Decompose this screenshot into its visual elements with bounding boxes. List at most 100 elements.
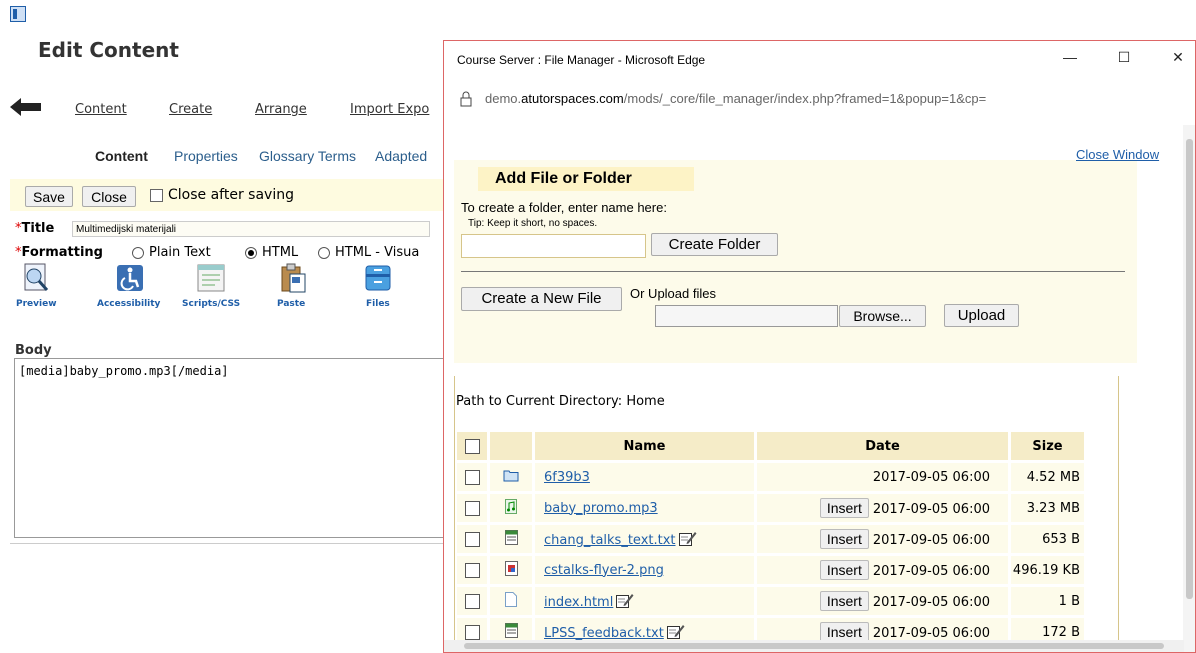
format-html-visual-radio[interactable] (318, 247, 330, 259)
insert-button[interactable]: Insert (819, 591, 869, 611)
preview-icon[interactable] (20, 262, 52, 294)
folder-name-input[interactable] (461, 234, 646, 258)
close-after-saving-label: Close after saving (168, 187, 294, 203)
upload-file-path[interactable] (655, 305, 838, 327)
date-column-header[interactable]: Date (757, 432, 1008, 460)
file-name-link[interactable]: index.html (544, 595, 613, 610)
tab-adapted[interactable]: Adapted (375, 148, 427, 164)
nav-create[interactable]: Create (169, 102, 212, 117)
page-title: Edit Content (38, 38, 179, 62)
format-html-visual-label: HTML - Visua (335, 245, 420, 260)
select-all-cell (457, 432, 487, 460)
browse-button[interactable]: Browse... (839, 305, 926, 327)
select-cell (457, 463, 487, 491)
table-row: index.html Insert 2017-09-05 06:00 1 B (457, 587, 1084, 615)
upload-button[interactable]: Upload (944, 304, 1019, 327)
title-label: *Title (15, 221, 55, 236)
paste-icon[interactable] (277, 262, 309, 294)
title-input[interactable]: Multimedijski materijali (72, 221, 430, 237)
select-cell (457, 494, 487, 522)
scroll-thumb[interactable] (464, 643, 1164, 649)
close-window-button[interactable]: ✕ (1168, 49, 1188, 66)
row-checkbox[interactable] (464, 593, 480, 609)
row-checkbox[interactable] (464, 562, 480, 578)
maximize-button[interactable]: ☐ (1114, 49, 1134, 66)
file-icon-cell (490, 587, 532, 615)
insert-button[interactable]: Insert (819, 498, 869, 518)
edit-file-icon[interactable] (613, 594, 634, 610)
create-folder-button[interactable]: Create Folder (651, 233, 778, 256)
tab-glossary-terms[interactable]: Glossary Terms (259, 148, 356, 164)
file-name-link[interactable]: LPSS_feedback.txt (544, 626, 664, 641)
file-icon-cell (490, 463, 532, 491)
text-file-icon (504, 529, 518, 549)
horizontal-scrollbar[interactable] (444, 640, 1184, 652)
size-column-header[interactable]: Size (1011, 432, 1084, 460)
upload-files-label: Or Upload files (630, 286, 716, 301)
file-date-cell: Insert 2017-09-05 06:00 (757, 525, 1008, 553)
tab-content[interactable]: Content (95, 148, 148, 164)
scroll-thumb[interactable] (1186, 139, 1193, 599)
nav-arrange[interactable]: Arrange (255, 102, 307, 117)
formatting-label: *Formatting (15, 245, 103, 260)
tab-properties[interactable]: Properties (174, 148, 238, 164)
body-textarea[interactable]: [media]baby_promo.mp3[/media] (14, 358, 450, 538)
format-plain-text-label: Plain Text (149, 245, 211, 260)
files-icon[interactable] (362, 262, 394, 294)
image-file-icon (504, 560, 518, 580)
format-plain-text-radio[interactable] (132, 247, 144, 259)
edit-file-icon[interactable] (676, 532, 697, 548)
minimize-button[interactable]: — (1060, 49, 1080, 65)
row-checkbox[interactable] (464, 531, 480, 547)
row-checkbox[interactable] (464, 624, 480, 640)
vertical-scrollbar[interactable] (1183, 125, 1195, 652)
accessibility-icon[interactable] (114, 262, 146, 294)
file-manager-content: Close Window Add File or Folder To creat… (444, 125, 1184, 652)
file-date: 2017-09-05 06:00 (872, 502, 990, 517)
name-column-header[interactable]: Name (535, 432, 754, 460)
file-date-cell: Insert 2017-09-05 06:00 (757, 587, 1008, 615)
address-bar: demo.atutorspaces.com/mods/_core/file_ma… (444, 79, 1195, 125)
nav-content[interactable]: Content (75, 102, 127, 117)
insert-button[interactable]: Insert (819, 529, 869, 549)
file-date-cell: Insert 2017-09-05 06:00 (757, 556, 1008, 584)
scripts-css-icon[interactable] (195, 262, 227, 294)
select-cell (457, 587, 487, 615)
file-date: 2017-09-05 06:00 (872, 469, 990, 485)
insert-button[interactable]: Insert (819, 622, 869, 642)
file-name-cell: index.html (535, 587, 754, 615)
table-row: chang_talks_text.txt Insert 2017-09-05 06:… (457, 525, 1084, 553)
files-label: Files (366, 299, 390, 309)
edit-file-icon[interactable] (664, 625, 685, 641)
html-file-icon (505, 591, 517, 611)
select-all-checkbox[interactable] (464, 438, 480, 454)
divider (10, 543, 450, 544)
close-button[interactable]: Close (82, 186, 136, 207)
file-name-cell: chang_talks_text.txt (535, 525, 754, 553)
folder-tip: Tip: Keep it short, no spaces. (468, 218, 598, 229)
body-label: Body (15, 343, 52, 358)
file-size-cell: 1 B (1011, 587, 1084, 615)
sidebar-toggle-icon[interactable] (10, 6, 26, 22)
file-icon-cell (490, 556, 532, 584)
back-arrow-icon[interactable] (10, 97, 42, 117)
table-row: 6f39b3 2017-09-05 06:00 4.52 MB (457, 463, 1084, 491)
file-name-link[interactable]: baby_promo.mp3 (544, 501, 658, 516)
window-titlebar: Course Server : File Manager - Microsoft… (444, 41, 1195, 79)
current-directory-path: Path to Current Directory: Home (456, 394, 665, 409)
file-name-link[interactable]: chang_talks_text.txt (544, 533, 676, 548)
close-window-link[interactable]: Close Window (1076, 147, 1159, 162)
row-checkbox[interactable] (464, 500, 480, 516)
nav-import-export[interactable]: Import Expo (350, 102, 429, 117)
format-html-label: HTML (262, 245, 299, 260)
file-name-link[interactable]: cstalks-flyer-2.png (544, 563, 664, 578)
create-new-file-button[interactable]: Create a New File (461, 287, 622, 311)
close-after-saving-checkbox[interactable] (150, 189, 163, 202)
row-checkbox[interactable] (464, 469, 480, 485)
save-button[interactable]: Save (25, 186, 73, 207)
insert-button[interactable]: Insert (819, 560, 869, 580)
url-text[interactable]: demo.atutorspaces.com/mods/_core/file_ma… (485, 91, 986, 106)
file-name-link[interactable]: 6f39b3 (544, 470, 590, 485)
format-html-radio[interactable] (245, 247, 257, 259)
file-size-cell: 496.19 KB (1011, 556, 1084, 584)
